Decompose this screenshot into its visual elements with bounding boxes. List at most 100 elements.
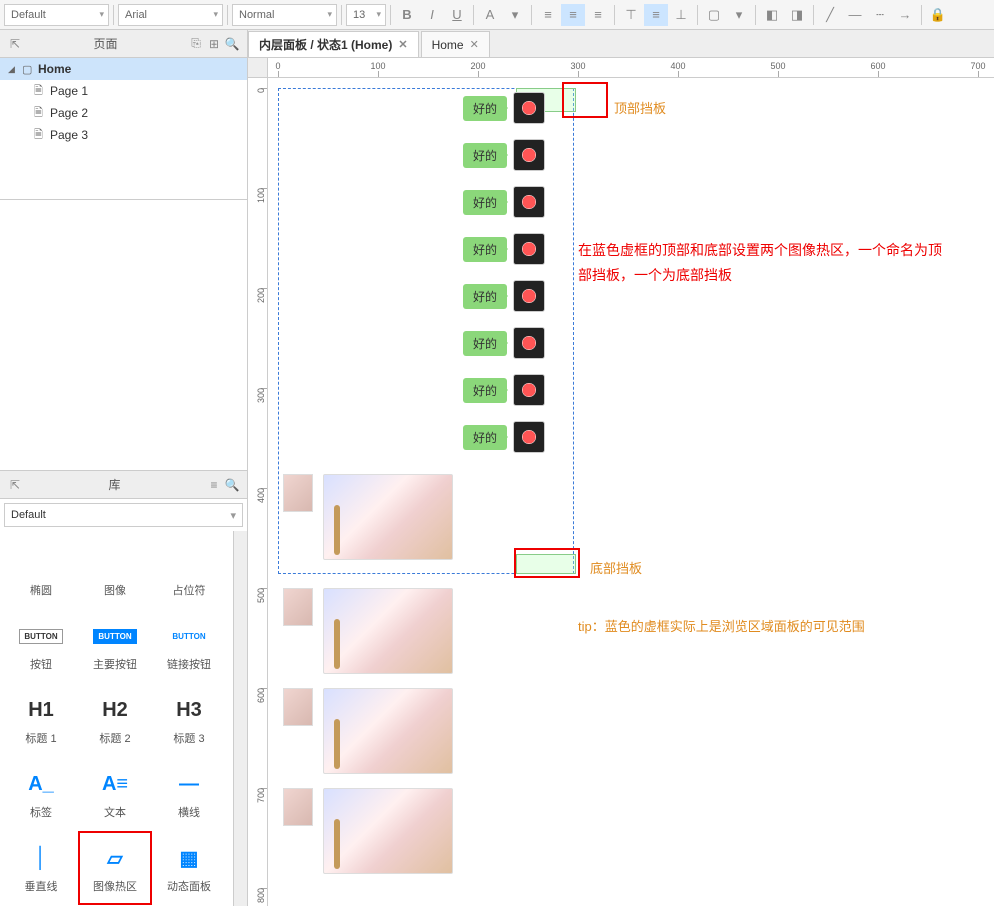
canvas-tabs: 内层面板 / 状态1 (Home) ✕ Home ✕ [248,30,994,58]
page-icon: 🗎 [34,82,46,101]
lock-button[interactable]: 🔒 [926,4,950,26]
ruler-corner [248,58,268,78]
widget-图像[interactable]: 图像 [78,535,152,609]
widget-主要按钮[interactable]: BUTTON主要按钮 [78,609,152,683]
photo-message[interactable] [283,688,453,774]
widget-icon: — [179,768,199,800]
page-item[interactable]: 🗎 Page 2 [0,102,247,124]
avatar [513,233,545,265]
close-icon[interactable]: ✕ [398,38,407,51]
chat-message[interactable]: 好的 [463,92,545,124]
format-toolbar: Default Arial Normal 13 B I U A ▾ ≡ ≡ ≡ … [0,0,994,30]
annotation-box-bottom [514,548,580,578]
bold-button[interactable]: B [395,4,419,26]
valign-bottom-button[interactable]: ⊥ [669,4,693,26]
italic-button[interactable]: I [420,4,444,26]
widget-grid: 椭圆图像占位符BUTTON按钮BUTTON主要按钮BUTTON链接按钮H1标题 … [0,531,233,906]
line-width-button[interactable]: — [843,4,867,26]
add-folder-icon[interactable]: ⊞ [205,37,223,51]
widget-标题 2[interactable]: H2标题 2 [78,683,152,757]
photo-message[interactable] [283,788,453,874]
dropdown-icon[interactable]: ▾ [503,4,527,26]
search-icon[interactable]: 🔍 [223,37,241,51]
widget-label: 标签 [30,804,52,820]
widget-链接按钮[interactable]: BUTTON链接按钮 [152,609,226,683]
chat-message[interactable]: 好的 [463,233,545,265]
widget-占位符[interactable]: 占位符 [152,535,226,609]
widget-icon: │ [35,842,48,874]
page-item[interactable]: 🗎 Page 1 [0,80,247,102]
pages-panel-header: ⇱ 页面 ⎘ ⊞ 🔍 [0,30,247,58]
arrow-button[interactable]: → [893,4,917,26]
widget-文本[interactable]: A≡文本 [78,757,152,831]
widget-icon: ▱ [107,842,122,874]
widget-标题 3[interactable]: H3标题 3 [152,683,226,757]
widget-标题 1[interactable]: H1标题 1 [4,683,78,757]
size-select[interactable]: 13 [346,4,386,26]
design-canvas[interactable]: 顶部挡板 在蓝色虚框的顶部和底部设置两个图像热区，一个命名为顶部挡板，一个为底部… [268,78,994,906]
dropdown-icon[interactable]: ▾ [727,4,751,26]
widget-标签[interactable]: A_标签 [4,757,78,831]
inner-shadow-button[interactable]: ◨ [785,4,809,26]
widget-横线[interactable]: — 横线 [152,757,226,831]
align-right-button[interactable]: ≡ [586,4,610,26]
page-item[interactable]: 🗎 Page 3 [0,124,247,146]
chat-message[interactable]: 好的 [463,374,545,406]
page-item-home[interactable]: ◢ ▢ Home [0,58,247,80]
widget-椭圆[interactable]: 椭圆 [4,535,78,609]
widget-icon: BUTTON [93,620,136,652]
chat-message[interactable]: 好的 [463,186,545,218]
annotation-top-label: 顶部挡板 [614,98,666,117]
expand-icon[interactable]: ◢ [8,64,18,75]
style-select[interactable]: Default [4,4,109,26]
avatar [513,186,545,218]
outer-shadow-button[interactable]: ◧ [760,4,784,26]
widget-label: 链接按钮 [167,656,211,672]
chat-message[interactable]: 好的 [463,139,545,171]
widget-label: 按钮 [30,656,52,672]
valign-middle-button[interactable]: ≡ [644,4,668,26]
widget-icon: H3 [176,694,202,726]
widget-按钮[interactable]: BUTTON按钮 [4,609,78,683]
photo-message[interactable] [283,588,453,674]
fill-color-button[interactable]: ▢ [702,4,726,26]
widget-垂直线[interactable]: │垂直线 [4,831,78,905]
widget-label: 文本 [104,804,126,820]
library-select[interactable]: Default [4,503,243,527]
valign-top-button[interactable]: ⊤ [619,4,643,26]
close-icon[interactable]: ✕ [470,38,479,51]
chat-bubble: 好的 [463,425,507,450]
scrollbar[interactable] [233,531,247,906]
widget-图像热区[interactable]: ▱图像热区 [78,831,152,905]
align-left-button[interactable]: ≡ [536,4,560,26]
avatar [283,588,313,626]
avatar [513,139,545,171]
collapse-icon[interactable]: ⇱ [6,478,24,492]
widget-动态面板[interactable]: ▦动态面板 [152,831,226,905]
chat-message[interactable]: 好的 [463,280,545,312]
widget-label: 横线 [178,804,200,820]
font-color-button[interactable]: A [478,4,502,26]
line-pattern-button[interactable]: ┄ [868,4,892,26]
chat-bubble: 好的 [463,284,507,309]
font-select[interactable]: Arial [118,4,223,26]
line-style-button[interactable]: ╱ [818,4,842,26]
search-icon[interactable]: 🔍 [223,478,241,492]
underline-button[interactable]: U [445,4,469,26]
weight-select[interactable]: Normal [232,4,337,26]
widget-label: 动态面板 [167,878,211,894]
tab-home[interactable]: Home ✕ [421,31,490,57]
tab-panel-state[interactable]: 内层面板 / 状态1 (Home) ✕ [248,31,419,57]
avatar [513,421,545,453]
chat-message[interactable]: 好的 [463,327,545,359]
menu-icon[interactable]: ≡ [205,478,223,492]
photo-message[interactable] [283,474,453,560]
add-page-icon[interactable]: ⎘ [187,36,205,51]
collapse-icon[interactable]: ⇱ [6,37,24,51]
align-center-button[interactable]: ≡ [561,4,585,26]
pages-tree: ◢ ▢ Home 🗎 Page 1 🗎 Page 2 🗎 Page 3 [0,58,247,200]
annotation-instruction: 在蓝色虚框的顶部和底部设置两个图像热区，一个命名为顶部挡板，一个为底部挡板 [578,238,948,288]
chat-bubble: 好的 [463,143,507,168]
chat-message[interactable]: 好的 [463,421,545,453]
photo [323,588,453,674]
